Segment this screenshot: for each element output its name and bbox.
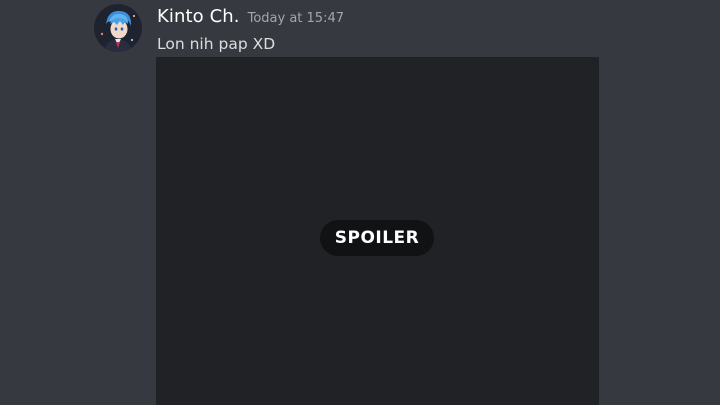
spoiler-label[interactable]: SPOILER [320,220,434,256]
message-content: Lon nih pap XD [157,35,276,53]
username[interactable]: Kinto Ch. [157,6,240,27]
avatar-icon [94,4,142,52]
message-header: Kinto Ch. Today at 15:47 [157,6,344,32]
chat-message: Kinto Ch. Today at 15:47 Lon nih pap XD … [0,0,720,405]
user-avatar[interactable] [94,4,142,52]
message-timestamp: Today at 15:47 [247,11,344,26]
spoiler-image-attachment[interactable]: SPOILER [156,57,599,405]
